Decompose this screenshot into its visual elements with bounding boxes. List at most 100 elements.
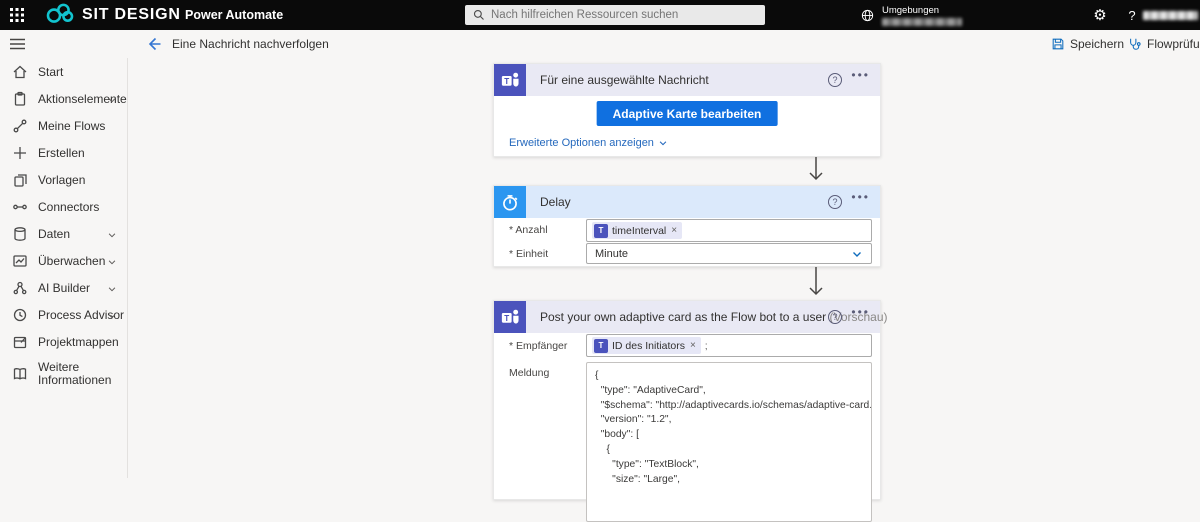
- einheit-select[interactable]: Minute: [586, 243, 872, 264]
- post-card-header[interactable]: T Post your own adaptive card as the Flo…: [494, 301, 888, 333]
- sit-design-logo[interactable]: SIT DESIGN: [42, 3, 181, 27]
- flow-toolbar: Eine Nachricht nachverfolgen Speichern F…: [0, 30, 1200, 58]
- stethoscope-icon: [1128, 37, 1142, 51]
- svg-text:T: T: [504, 314, 509, 323]
- clipboard-icon: [12, 91, 28, 107]
- connector-arrow[interactable]: [802, 157, 830, 185]
- chevron-down-icon: [107, 256, 117, 266]
- logo-text: SIT DESIGN: [82, 6, 181, 23]
- user-account-button[interactable]: [1143, 0, 1198, 30]
- sidebar-item-connectors[interactable]: Connectors: [0, 193, 127, 220]
- einheit-label: * Einheit: [509, 248, 549, 260]
- sidebar-label: Weitere Informationen: [38, 360, 112, 387]
- ai-builder-icon: [12, 280, 28, 296]
- sidebar-item-aktionselemente[interactable]: Aktionselemente: [0, 85, 127, 112]
- advanced-options-label: Erweiterte Optionen anzeigen: [509, 137, 654, 149]
- sidebar-label: Erstellen: [38, 145, 85, 160]
- meldung-textarea[interactable]: { "type": "AdaptiveCard", "$schema": "ht…: [586, 362, 872, 522]
- token-close-icon[interactable]: ×: [690, 340, 696, 351]
- sidebar-item-vorlagen[interactable]: Vorlagen: [0, 166, 127, 193]
- trigger-card-title: Für eine ausgewählte Nachricht: [540, 73, 709, 87]
- monitor-icon: [12, 253, 28, 269]
- templates-icon: [12, 172, 28, 188]
- anzahl-label: * Anzahl: [509, 224, 548, 236]
- card-menu-icon[interactable]: •••: [851, 190, 870, 204]
- initiator-id-token[interactable]: T ID des Initiators ×: [592, 337, 701, 354]
- environments-label: Umgebungen: [882, 4, 940, 16]
- anzahl-input[interactable]: T timeInterval ×: [586, 219, 872, 242]
- token-label: timeInterval: [612, 224, 667, 237]
- hamburger-menu-icon[interactable]: [9, 36, 26, 52]
- teams-icon: T: [494, 64, 526, 96]
- chevron-down-icon: [107, 94, 117, 104]
- card-help-icon[interactable]: ?: [828, 73, 842, 87]
- json-line: "type": "AdaptiveCard",: [595, 384, 706, 396]
- card-help-icon[interactable]: ?: [828, 310, 842, 324]
- chevron-down-icon: [107, 310, 117, 320]
- delay-card-title: Delay: [540, 195, 571, 209]
- sidebar-label: Connectors: [38, 199, 100, 214]
- json-line: "version": "1.2",: [595, 414, 672, 426]
- settings-gear-icon[interactable]: ⚙: [1086, 0, 1114, 30]
- sidebar-item-ueberwachen[interactable]: Überwachen: [0, 247, 127, 274]
- card-menu-icon[interactable]: •••: [851, 305, 870, 319]
- book-icon: [12, 366, 28, 382]
- sidebar-item-ai-builder[interactable]: AI Builder: [0, 274, 127, 301]
- edit-adaptive-card-button[interactable]: Adaptive Karte bearbeiten: [596, 101, 778, 126]
- teams-icon: T: [594, 338, 608, 353]
- trigger-card-header[interactable]: T Für eine ausgewählte Nachricht ? •••: [494, 64, 880, 96]
- home-icon: [12, 64, 28, 80]
- search-input[interactable]: [491, 9, 757, 21]
- token-separator: ;: [704, 339, 708, 352]
- flow-checker-label: Flowprüfung: [1147, 37, 1200, 51]
- trigger-card: T Für eine ausgewählte Nachricht ? ••• A…: [493, 63, 881, 157]
- timeinterval-token[interactable]: T timeInterval ×: [592, 222, 683, 239]
- database-icon: [12, 226, 28, 242]
- teams-icon: T: [494, 301, 526, 333]
- environment-picker[interactable]: Umgebungen: [860, 0, 962, 30]
- save-button[interactable]: Speichern: [1051, 30, 1124, 58]
- chevron-down-icon: [107, 229, 117, 239]
- solutions-icon: [12, 334, 28, 350]
- flow-checker-button[interactable]: Flowprüfung: [1128, 30, 1200, 58]
- sidebar-item-meine-flows[interactable]: Meine Flows: [0, 112, 127, 139]
- plus-icon: [12, 145, 28, 161]
- sidebar-item-process-advisor[interactable]: Process Advisor: [0, 301, 127, 328]
- post-adaptive-card-card: T Post your own adaptive card as the Flo…: [493, 300, 888, 522]
- advanced-options-link[interactable]: Erweiterte Optionen anzeigen: [509, 137, 668, 149]
- json-line: {: [595, 370, 599, 381]
- app-launcher-icon[interactable]: [9, 7, 25, 23]
- stopwatch-icon: [494, 186, 526, 218]
- back-arrow-icon[interactable]: [146, 35, 164, 53]
- card-help-icon[interactable]: ?: [828, 195, 842, 209]
- chevron-down-icon: [107, 283, 117, 293]
- svg-text:T: T: [504, 77, 509, 86]
- sidebar-item-start[interactable]: Start: [0, 58, 127, 85]
- sidebar-item-erstellen[interactable]: Erstellen: [0, 139, 127, 166]
- sidebar-label: AI Builder: [38, 280, 91, 295]
- sidebar-label: Vorlagen: [38, 172, 86, 187]
- card-menu-icon[interactable]: •••: [851, 68, 870, 82]
- connector-arrow[interactable]: [802, 267, 830, 300]
- json-line: "body": [: [595, 429, 639, 441]
- token-label: ID des Initiators: [612, 339, 685, 352]
- flows-icon: [12, 118, 28, 134]
- save-label: Speichern: [1070, 37, 1125, 51]
- environments-icon: [860, 8, 875, 23]
- empfaenger-label: * Empfänger: [509, 340, 568, 352]
- app-name[interactable]: Power Automate: [185, 0, 283, 30]
- teams-icon: T: [594, 223, 608, 238]
- token-close-icon[interactable]: ×: [671, 225, 677, 236]
- sidebar-item-projektmappen[interactable]: Projektmappen: [0, 328, 127, 355]
- left-navigation: Start Aktionselemente Meine Flows Erstel…: [0, 58, 128, 478]
- global-search[interactable]: [465, 5, 765, 25]
- process-advisor-icon: [12, 307, 28, 323]
- empfaenger-input[interactable]: T ID des Initiators × ;: [586, 334, 872, 357]
- sidebar-item-weitere-informationen[interactable]: Weitere Informationen: [0, 355, 127, 393]
- einheit-value: Minute: [595, 247, 629, 260]
- connectors-icon: [12, 199, 28, 215]
- delay-card-header[interactable]: Delay ? •••: [494, 186, 880, 218]
- sidebar-item-daten[interactable]: Daten: [0, 220, 127, 247]
- help-icon[interactable]: ?: [1120, 0, 1144, 30]
- sidebar-label: Projektmappen: [38, 334, 119, 349]
